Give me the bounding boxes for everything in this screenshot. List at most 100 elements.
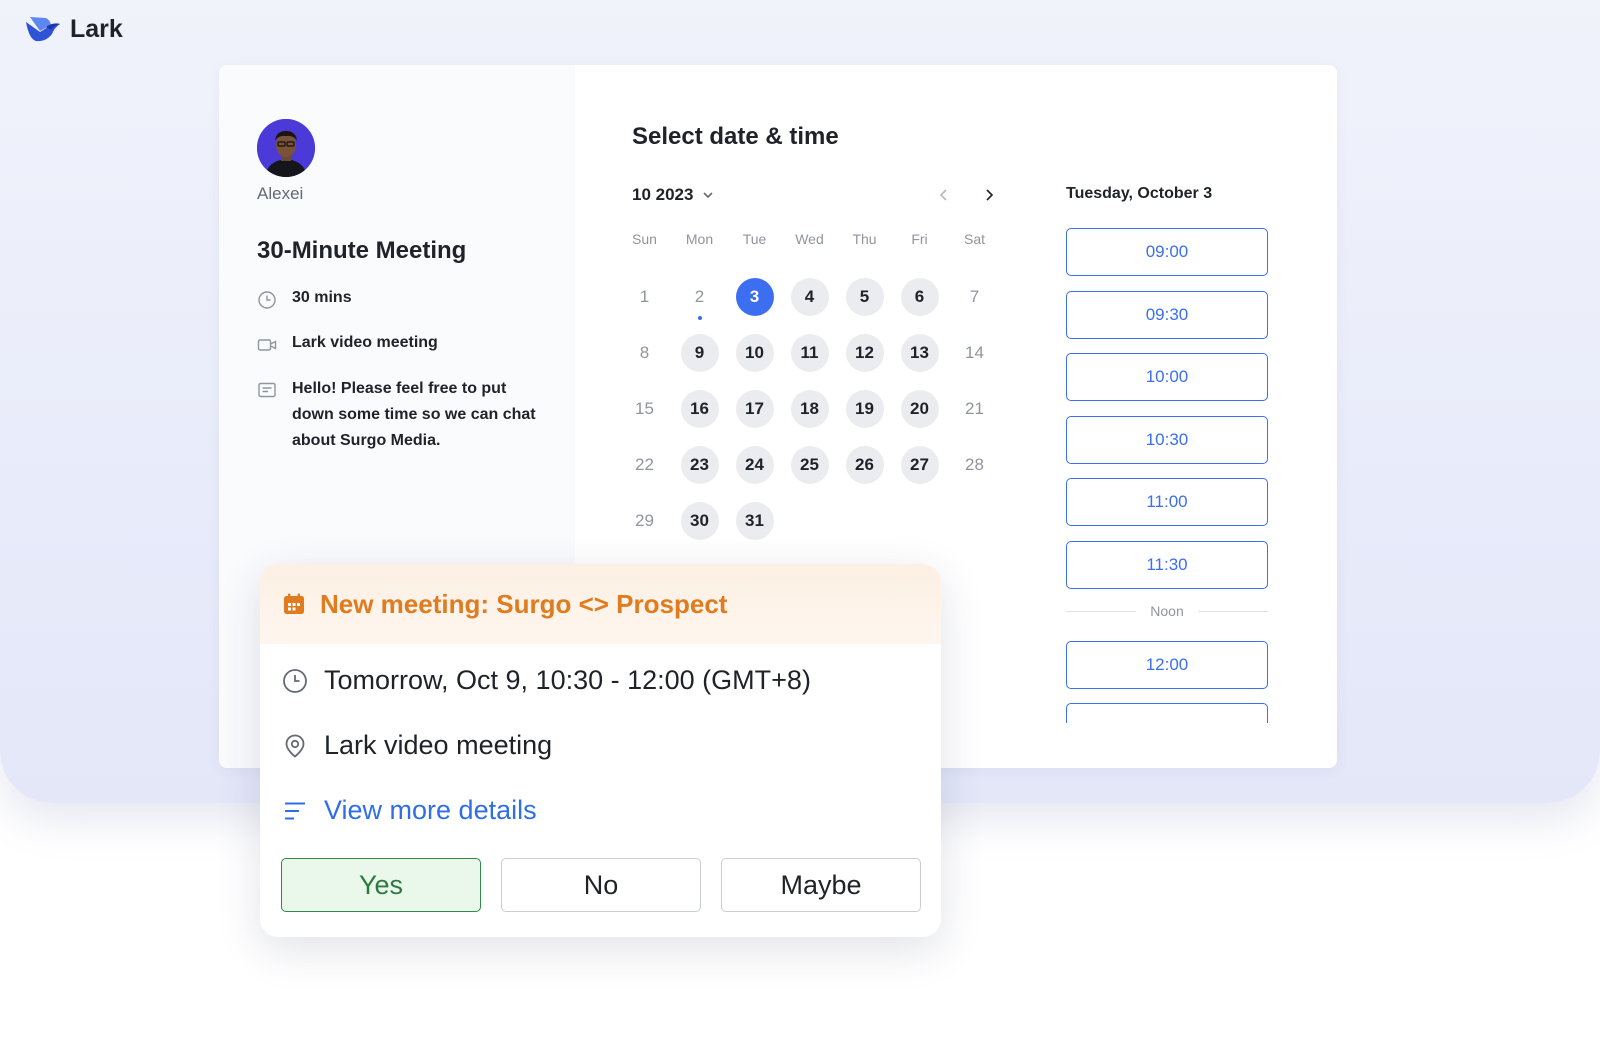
calendar-day-number: 1 — [639, 287, 650, 306]
weekday-label: Thu — [852, 231, 877, 247]
view-details-link[interactable]: View more details — [282, 795, 537, 826]
chevron-right-icon[interactable] — [980, 186, 998, 204]
time-slot-button[interactable]: 09:00 — [1066, 228, 1268, 276]
notification-title: New meeting: Surgo <> Prospect — [320, 588, 728, 619]
calendar-day[interactable]: 25 — [782, 437, 837, 493]
notification-location-text: Lark video meeting — [324, 730, 553, 760]
today-indicator — [698, 316, 702, 320]
month-selector[interactable]: 10 2023 — [632, 185, 715, 205]
calendar-day[interactable]: 24 — [727, 437, 782, 493]
calendar-day[interactable]: 30 — [672, 493, 727, 549]
calendar-day[interactable]: 5 — [837, 269, 892, 325]
calendar-day — [837, 493, 892, 549]
calendar-day-number: 8 — [639, 343, 650, 362]
calendar-day[interactable]: 26 — [837, 437, 892, 493]
weekday-label: Fri — [911, 231, 928, 247]
notification-time-text: Tomorrow, Oct 9, 10:30 - 12:00 (GMT+8) — [324, 665, 811, 695]
calendar-day[interactable]: 23 — [672, 437, 727, 493]
calendar-day-number: 20 — [900, 390, 939, 428]
calendar-day[interactable]: 9 — [672, 325, 727, 381]
weekday-header: Sun Mon Tue Wed Thu Fri Sat — [617, 231, 1002, 247]
calendar-day-number: 22 — [635, 455, 654, 474]
calendar-day-number — [846, 502, 884, 540]
calendar-day-number: 24 — [735, 446, 774, 484]
calendar-day-number: 31 — [735, 502, 774, 540]
calendar-day[interactable]: 13 — [892, 325, 947, 381]
calendar-day-number: 3 — [735, 278, 774, 316]
avatar-portrait — [257, 119, 315, 177]
weekday-label: Sun — [632, 231, 657, 247]
weekday-label: Wed — [795, 231, 824, 247]
calendar-day[interactable]: 18 — [782, 381, 837, 437]
video-camera-icon — [257, 339, 277, 351]
chevron-left-icon[interactable] — [935, 186, 953, 204]
calendar-day: 29 — [617, 493, 672, 549]
meeting-location: Lark video meeting — [257, 334, 438, 355]
calendar-week: 1 2 3456 7 — [617, 269, 1002, 325]
calendar-day — [892, 493, 947, 549]
calendar-day-number: 26 — [845, 446, 884, 484]
calendar-day-number: 11 — [790, 334, 829, 372]
rsvp-maybe-button[interactable]: Maybe — [721, 858, 921, 912]
calendar-day-number: 15 — [635, 399, 654, 418]
time-slot-list: Noon 09:00 09:30 10:00 10:30 11:00 11:30 12:00 — [1066, 228, 1268, 723]
noon-label: Noon — [1150, 603, 1184, 619]
rsvp-no-button[interactable]: No — [501, 858, 701, 912]
calendar-day: 22 — [617, 437, 672, 493]
meeting-description: Hello! Please feel free to put down some… — [257, 379, 537, 454]
noon-divider: Noon — [1066, 603, 1268, 619]
calendar-day[interactable]: 11 — [782, 325, 837, 381]
notes-icon — [258, 382, 276, 398]
time-slot-button[interactable] — [1066, 703, 1268, 723]
calendar-day — [782, 493, 837, 549]
duration-text: 30 mins — [292, 289, 352, 306]
rsvp-yes-button[interactable]: Yes — [281, 858, 481, 912]
calendar-day: 2 — [672, 269, 727, 325]
calendar-day[interactable]: 10 — [727, 325, 782, 381]
chevron-down-icon — [703, 192, 714, 199]
calendar-days: 1 2 3 4 5 6 7 8 9 10 11 12 13 14 15 16 17 18 19 20 21 22 23 24 2… — [617, 269, 1002, 549]
calendar-day-number: 30 — [680, 502, 719, 540]
calendar-day: 14 — [947, 325, 1002, 381]
meeting-duration: 30 mins — [257, 289, 352, 310]
time-slot-button[interactable]: 12:00 — [1066, 641, 1268, 689]
calendar-day[interactable]: 12 — [837, 325, 892, 381]
time-slot-button[interactable]: 10:00 — [1066, 353, 1268, 401]
weekday-label: Mon — [685, 231, 714, 247]
weekday-label: Tue — [742, 231, 767, 247]
calendar-day: 8 — [617, 325, 672, 381]
calendar-day-number: 27 — [900, 446, 939, 484]
location-pin-icon — [285, 734, 305, 758]
calendar-grid: Sun Mon Tue Wed Thu Fri Sat 1 2 3 4 5 6 7 8 9 10 11 12 13 1… — [617, 231, 1002, 540]
calendar-day-number — [791, 502, 829, 540]
calendar-day[interactable]: 16 — [672, 381, 727, 437]
calendar-day-selected[interactable]: 3 — [727, 269, 782, 325]
time-slot-button[interactable]: 11:30 — [1066, 540, 1268, 589]
time-slot-button[interactable]: 11:00 — [1066, 478, 1268, 526]
calendar-day-number: 23 — [680, 446, 719, 484]
host-name: Alexei — [257, 184, 304, 203]
calendar-week: 8 9 10 11 12 13 14 — [617, 325, 1002, 381]
selected-date-label: Tuesday, October 3 — [1066, 185, 1213, 202]
calendar-week: 22 23 24 25 26 27 28 — [617, 437, 1002, 493]
time-slot-button[interactable]: 09:30 — [1066, 290, 1268, 339]
notification-time: Tomorrow, Oct 9, 10:30 - 12:00 (GMT+8) — [282, 665, 811, 696]
calendar-day[interactable]: 27 — [892, 437, 947, 493]
calendar-day[interactable]: 17 — [727, 381, 782, 437]
calendar-day-number: 12 — [845, 334, 884, 372]
calendar-day — [947, 493, 1002, 549]
lark-logo-icon — [26, 17, 60, 42]
calendar-day[interactable]: 4 — [782, 269, 837, 325]
calendar-day[interactable]: 31 — [727, 493, 782, 549]
calendar-day[interactable]: 6 — [892, 269, 947, 325]
month-label: 10 2023 — [632, 185, 694, 204]
calendar-day-number: 28 — [965, 455, 984, 474]
calendar-day: 21 — [947, 381, 1002, 437]
calendar-day-number: 17 — [735, 390, 774, 428]
calendar-week: 29 30 31 — [617, 493, 1002, 549]
time-slot-button[interactable]: 10:30 — [1066, 415, 1268, 464]
calendar-day[interactable]: 19 — [837, 381, 892, 437]
calendar-day[interactable]: 20 — [892, 381, 947, 437]
calendar-day-number: 2 — [694, 287, 705, 306]
location-text: Lark video meeting — [292, 334, 438, 351]
